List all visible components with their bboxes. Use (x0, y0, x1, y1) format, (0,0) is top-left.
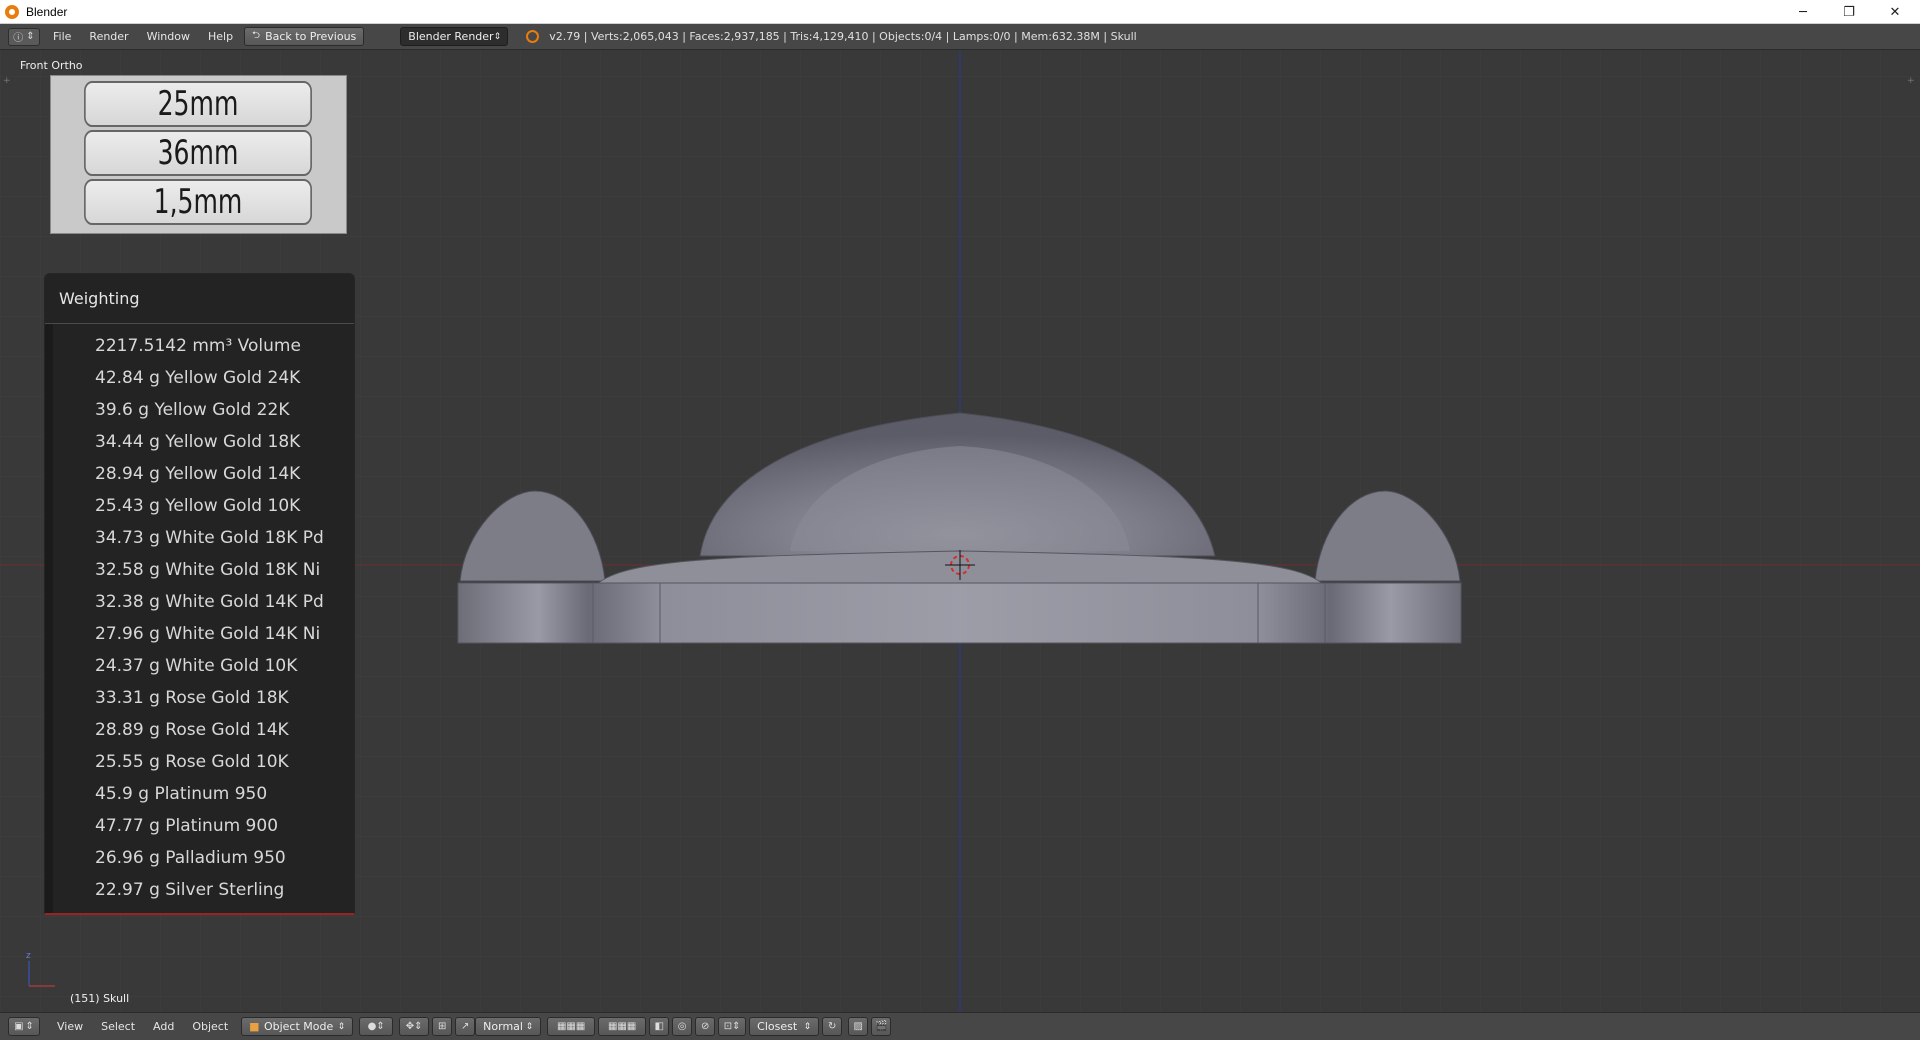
snap-target-select[interactable]: Closest ⇕ (749, 1017, 820, 1036)
back-to-previous-button[interactable]: ⮌ Back to Previous (244, 27, 365, 46)
scene-layers-left[interactable]: ▦▦▦ (547, 1017, 596, 1036)
weight-row: 34.73 g White Gold 18K Pd (95, 528, 324, 548)
menu-select[interactable]: Select (92, 1020, 144, 1033)
3d-view-icon: ▣ (14, 1021, 24, 1032)
weight-row: 25.43 g Yellow Gold 10K (95, 496, 301, 516)
menu-view[interactable]: View (48, 1020, 92, 1033)
dimension-width-button[interactable]: 25mm (84, 81, 312, 127)
menu-file[interactable]: File (44, 30, 80, 43)
scene-statistics: v2.79 | Verts:2,065,043 | Faces:2,937,18… (549, 30, 1137, 43)
updown-icon: ⇕ (803, 1021, 812, 1032)
manipulator-icon: ⊞ (437, 1021, 447, 1032)
weight-row: 25.55 g Rose Gold 10K (95, 752, 289, 772)
render-engine-select[interactable]: Blender Render ⇕ (400, 27, 509, 46)
back-arrow-icon: ⮌ (252, 30, 261, 41)
weight-row: 45.9 g Platinum 950 (95, 784, 268, 804)
pivot-icon: ✥ (405, 1021, 415, 1032)
updown-icon: ⇕ (376, 1021, 385, 1032)
weight-row: 32.58 g White Gold 18K Ni (95, 560, 321, 580)
pivot-point-select[interactable]: ✥ ⇕ (399, 1017, 430, 1036)
weight-row: 26.96 g Palladium 950 (95, 848, 286, 868)
manipulator-toggle[interactable]: ⊞ (432, 1017, 453, 1036)
transform-orientation-select[interactable]: Normal ⇕ (475, 1017, 542, 1036)
proportional-edit-icon[interactable]: ◎ (672, 1017, 693, 1036)
info-header: ⓘ ⇕ File Render Window Help ⮌ Back to Pre… (0, 24, 1920, 50)
menu-add[interactable]: Add (144, 1020, 183, 1033)
blender-render-icon (526, 30, 540, 43)
opengl-render-animation-icon[interactable]: 🎬 (871, 1017, 892, 1036)
updown-icon: ⇕ (414, 1021, 423, 1032)
weight-row: 32.38 g White Gold 14K Pd (95, 592, 324, 612)
weight-row: 28.89 g Rose Gold 14K (95, 720, 289, 740)
weighting-panel: Weighting 2217.5142 mm³ Volume 42.84 g Y… (44, 273, 355, 915)
maximize-button[interactable]: ❐ (1826, 0, 1872, 24)
transform-orientation-icon[interactable]: ↗ (455, 1017, 476, 1036)
view-name: Front Ortho (20, 59, 83, 72)
updown-icon: ⇕ (25, 1021, 34, 1032)
dimensions-panel: 25mm 36mm 1,5mm (50, 75, 347, 234)
area-split-corner-icon[interactable]: + (3, 76, 11, 86)
scene-layers-right[interactable]: ▦▦▦ (598, 1017, 647, 1036)
interaction-mode-select[interactable]: ■ Object Mode ⇕ (241, 1017, 354, 1036)
area-split-corner-icon[interactable]: + (1907, 76, 1915, 86)
weighting-panel-title: Weighting (45, 274, 354, 324)
updown-icon: ⇕ (26, 31, 35, 42)
menu-render[interactable]: Render (80, 30, 137, 43)
minimize-button[interactable]: ─ (1780, 0, 1826, 24)
solid-sphere-icon: ● (367, 1021, 377, 1032)
close-button[interactable]: ✕ (1872, 0, 1918, 24)
opengl-render-image-icon[interactable]: ▨ (848, 1017, 869, 1036)
weight-row: 42.84 g Yellow Gold 24K (95, 368, 301, 388)
weight-row: 27.96 g White Gold 14K Ni (95, 624, 321, 644)
snap-toggle-icon[interactable]: ⊘ (695, 1017, 716, 1036)
editor-type-selector[interactable]: ▣ ⇕ (8, 1017, 40, 1036)
updown-icon: ⇕ (337, 1021, 346, 1032)
menu-help[interactable]: Help (199, 30, 242, 43)
layer-lock-icon[interactable]: ◧ (649, 1017, 670, 1036)
weight-row: 34.44 g Yellow Gold 18K (95, 432, 301, 452)
weight-row: 22.97 g Silver Sterling (95, 880, 285, 900)
menu-window[interactable]: Window (138, 30, 199, 43)
active-object-label: (151) Skull (70, 992, 130, 1005)
snap-align-rotation-icon[interactable]: ↻ (822, 1017, 843, 1036)
layers-grid-icon: ▦▦▦ (607, 1021, 637, 1032)
viewport-shading-select[interactable]: ● ⇕ (359, 1017, 394, 1036)
dimension-height-button[interactable]: 36mm (84, 130, 312, 176)
volume-row: 2217.5142 mm³ Volume (95, 336, 301, 356)
weight-row: 33.31 g Rose Gold 18K (95, 688, 289, 708)
snap-element-icon: ⊡⇕ (723, 1021, 741, 1032)
info-icon: ⓘ (13, 33, 24, 44)
svg-text:z: z (26, 951, 31, 961)
snap-element-select[interactable]: ⊡⇕ (718, 1017, 747, 1036)
dimension-thickness-button[interactable]: 1,5mm (84, 179, 312, 225)
weight-row: 47.77 g Platinum 900 (95, 816, 279, 836)
weight-row: 24.37 g White Gold 10K (95, 656, 298, 676)
object-mode-icon: ■ (249, 1020, 260, 1033)
weight-row: 28.94 g Yellow Gold 14K (95, 464, 301, 484)
updown-icon: ⇕ (493, 31, 502, 42)
window-title: Blender (26, 4, 68, 19)
window-titlebar: Blender ─ ❐ ✕ (0, 0, 1920, 24)
3d-view-header: ▣ ⇕ View Select Add Object ■ Object Mode … (0, 1012, 1920, 1040)
blender-logo-icon (5, 4, 19, 19)
weight-row: 39.6 g Yellow Gold 22K (95, 400, 290, 420)
editor-type-selector[interactable]: ⓘ ⇕ (8, 27, 40, 46)
menu-object[interactable]: Object (183, 1020, 237, 1033)
layers-grid-icon: ▦▦▦ (556, 1021, 586, 1032)
updown-icon: ⇕ (525, 1021, 534, 1032)
